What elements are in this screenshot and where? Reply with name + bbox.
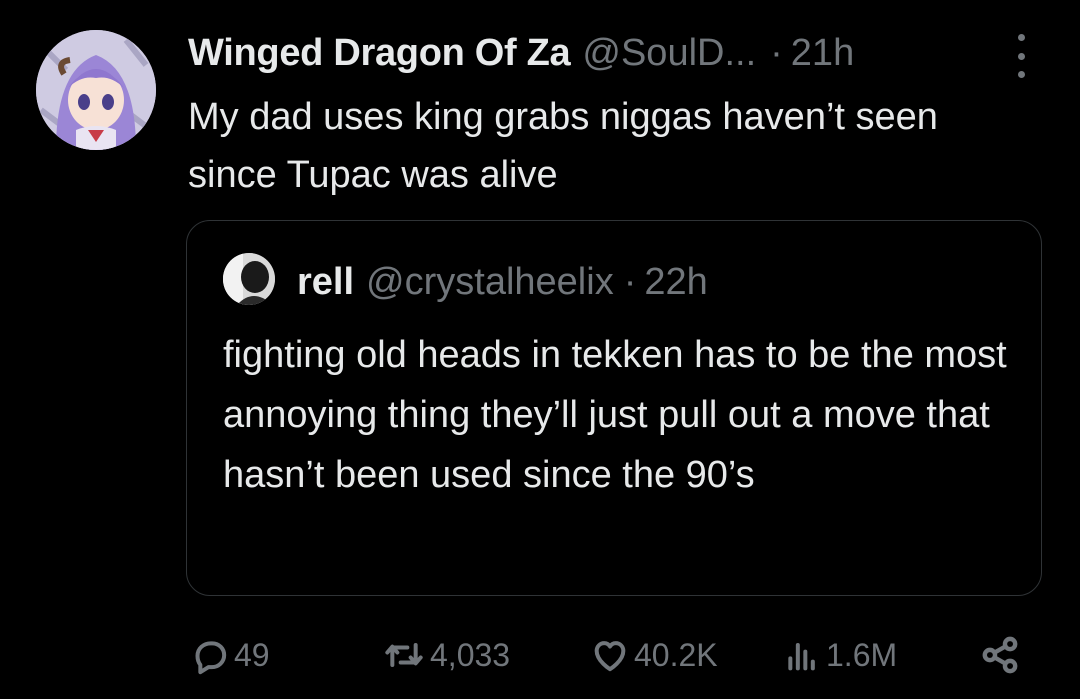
share-button[interactable] [978, 630, 1022, 680]
quoted-author-name[interactable]: rell [297, 261, 354, 304]
tweet-time[interactable]: 21h [791, 32, 854, 75]
anime-girl-avatar-icon [36, 30, 156, 150]
tweet-actions-bar: 49 4,033 40.2K 1.6M [188, 630, 1028, 680]
share-icon [982, 636, 1018, 674]
reply-icon [195, 641, 227, 675]
quoted-tweet-card[interactable]: rell @crystalheelix · 22h fighting old h… [186, 220, 1042, 596]
quoted-author-handle[interactable]: @crystalheelix [366, 261, 614, 304]
reply-button[interactable]: 49 [190, 630, 270, 680]
author-name[interactable]: Winged Dragon Of Za [188, 32, 571, 75]
more-options-icon[interactable] [1008, 34, 1034, 78]
views-count: 1.6M [826, 636, 898, 673]
heart-icon [594, 641, 626, 672]
repost-count: 4,033 [430, 636, 511, 673]
author-avatar[interactable] [36, 30, 156, 150]
more-dot [1017, 71, 1025, 78]
separator-dot: · [623, 260, 637, 303]
views-button[interactable]: 1.6M [782, 630, 897, 680]
separator-dot: · [770, 31, 783, 74]
tweet-header: Winged Dragon Of Za @SoulD... · 21h [188, 30, 1028, 76]
quoted-tweet-time[interactable]: 22h [644, 261, 707, 304]
views-chart-icon [788, 643, 815, 671]
more-dot [1017, 52, 1025, 60]
quoted-author-avatar[interactable] [223, 253, 275, 305]
repost-icon [385, 643, 423, 667]
profile-photo-icon [223, 253, 275, 305]
author-handle[interactable]: @SoulD... [582, 32, 756, 75]
quoted-tweet-text: fighting old heads in tekken has to be t… [223, 334, 1007, 496]
repost-button[interactable]: 4,033 [382, 630, 510, 680]
like-button[interactable]: 40.2K [590, 630, 718, 680]
quoted-tweet-header: rell @crystalheelix · 22h [297, 259, 708, 305]
like-count: 40.2K [634, 636, 718, 673]
reply-count: 49 [234, 636, 270, 673]
tweet-text: My dad uses king grabs niggas haven’t se… [188, 96, 938, 196]
more-dot [1017, 34, 1025, 41]
